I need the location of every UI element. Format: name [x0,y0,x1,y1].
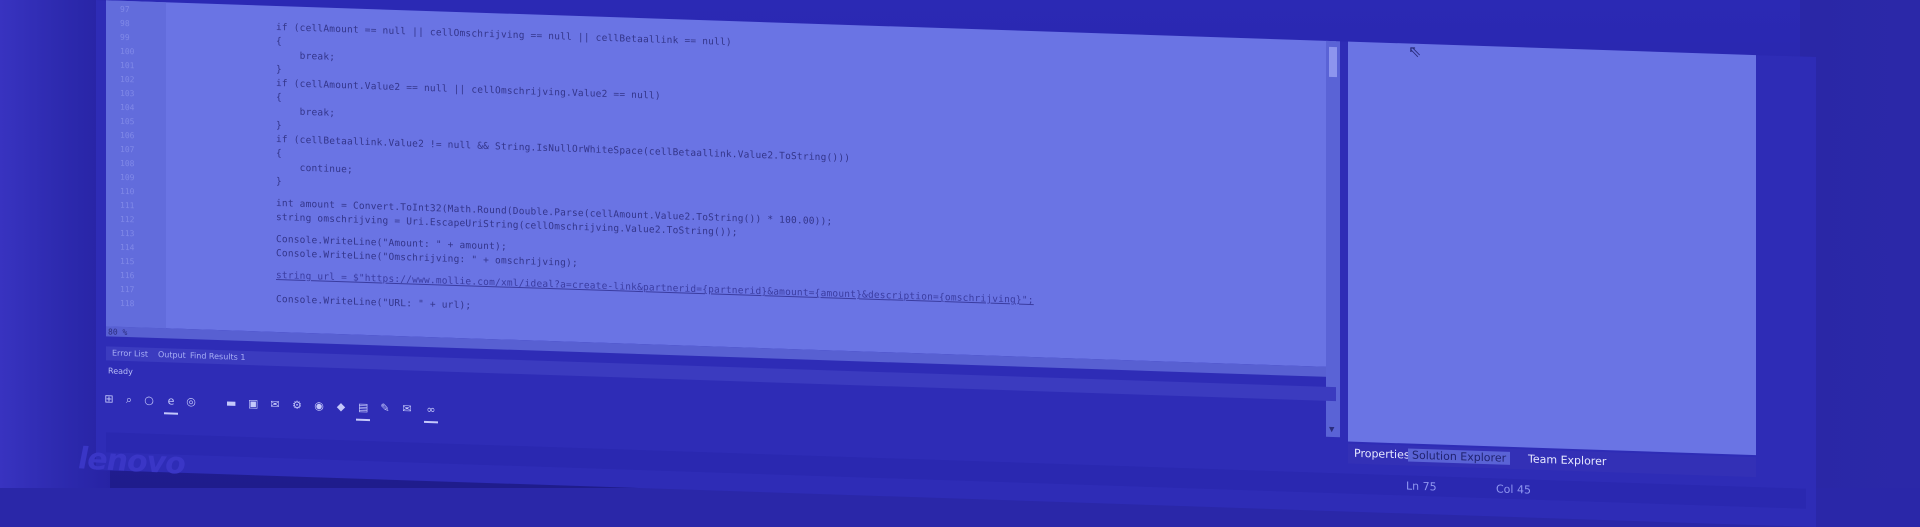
line-number: 98 [120,18,130,29]
outlook-icon[interactable]: ✉ [402,402,412,415]
line-number: 112 [120,214,135,225]
status-col: Col 45 [1496,482,1531,497]
line-number: 100 [120,46,135,57]
code-line: if (cellBetaallink.Value2 != null && Str… [276,133,851,165]
status-line: Ln 75 [1406,479,1437,494]
line-number: 113 [120,228,135,239]
code-line: { [276,91,282,104]
store-icon[interactable]: ▣ [248,397,258,410]
windows-taskbar: ⊞ ⌕ ○ e ◎ ▬ ▣ ✉ ⚙ ◉ ◆ ▤ ✎ ✉ ∞ [96,388,616,435]
scrollbar-thumb[interactable] [1329,46,1337,78]
code-line: } [276,175,282,188]
scroll-down-icon[interactable]: ▼ [1329,425,1334,435]
notes-icon[interactable]: ▤ [358,401,368,414]
settings-icon[interactable]: ⚙ [292,399,302,412]
code-line: Console.WriteLine("URL: " + url); [276,293,472,312]
line-number: 101 [120,60,135,71]
visual-studio-icon[interactable]: ∞ [426,403,436,416]
status-ready: Ready [108,366,133,377]
line-number-gutter [106,0,166,329]
lenovo-logo: lenovo [78,441,185,482]
task-view-icon[interactable]: ○ [144,394,154,407]
chrome-icon[interactable]: ◎ [186,395,196,408]
line-number: 115 [120,256,135,267]
windows-icon[interactable]: ⊞ [104,392,114,405]
tab-properties[interactable]: Properties [1350,447,1414,462]
line-number: 111 [120,200,135,211]
line-number: 107 [120,144,135,155]
line-number: 116 [120,270,135,281]
tab-find-results[interactable]: Find Results 1 [190,351,245,362]
line-number: 104 [120,102,135,113]
line-number: 110 [120,186,135,197]
code-line: if (cellAmount.Value2 == null || cellOms… [276,77,661,102]
line-number: 102 [120,74,135,85]
code-line: { [276,35,282,48]
line-number: 97 [120,4,130,15]
line-number: 108 [120,158,135,169]
line-number: 109 [120,172,135,183]
photos-icon[interactable]: ◆ [336,400,346,413]
line-number: 105 [120,116,135,127]
mouse-pointer-icon: ⇖ [1408,41,1422,61]
mail-icon[interactable]: ✉ [270,398,280,411]
code-line: continue; [276,161,353,176]
zoom-level[interactable]: 80 % [108,327,127,337]
code-line: break; [276,49,336,63]
vertical-scrollbar[interactable]: ▼ [1326,36,1340,438]
line-number: 117 [120,284,135,295]
background-right [1800,0,1920,488]
code-editor[interactable]: 97 98 99 100 101 102 103 104 105 106 107… [106,0,1336,368]
tool-window-pane[interactable]: ⇖ [1348,37,1756,456]
line-number: 103 [120,88,135,99]
tab-output[interactable]: Output [158,350,186,360]
line-number: 118 [120,298,135,309]
folder-icon[interactable]: ▬ [226,396,236,409]
search-icon[interactable]: ⌕ [124,393,134,406]
edge-icon[interactable]: e [166,394,176,407]
monitor-screen: 97 98 99 100 101 102 103 104 105 106 107… [96,0,1816,527]
steam-icon[interactable]: ◉ [314,399,324,412]
tab-team-explorer[interactable]: Team Explorer [1524,452,1610,469]
code-line: } [276,119,282,132]
code-line: break; [276,105,336,119]
line-number: 99 [120,32,130,43]
onenote-icon[interactable]: ✎ [380,401,390,414]
code-line: if (cellAmount == null || cellOmschrijvi… [276,21,732,49]
tab-error-list[interactable]: Error List [112,349,148,359]
code-line: Console.WriteLine("Omschrijving: " + oms… [276,247,578,269]
line-number: 114 [120,242,135,253]
code-line: } [276,63,282,76]
line-number: 106 [120,130,135,141]
code-line: { [276,147,282,160]
tab-solution-explorer[interactable]: Solution Explorer [1408,448,1511,465]
background-left [0,0,110,488]
